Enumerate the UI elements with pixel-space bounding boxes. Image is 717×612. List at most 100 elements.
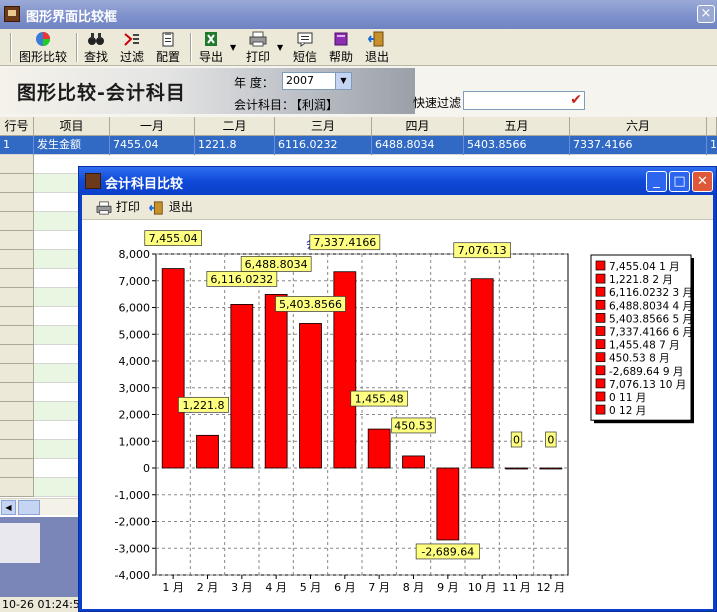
row-gutter[interactable]: [0, 174, 34, 193]
value-cell[interactable]: 6116.0232: [275, 136, 372, 155]
row-gutter[interactable]: [0, 402, 34, 421]
scroll-left-icon[interactable]: ◀: [1, 500, 16, 515]
bar: [470, 278, 494, 469]
y-tick-label: -1,000: [115, 489, 150, 502]
row-gutter[interactable]: [0, 193, 34, 212]
chart-exit-button[interactable]: 退出: [148, 198, 193, 216]
quick-filter-input[interactable]: ✔: [463, 91, 585, 110]
value-cell[interactable]: 7455.04: [110, 136, 195, 155]
print-dropdown-arrow-icon[interactable]: ▼: [277, 43, 283, 52]
chart-exit-label: 退出: [168, 200, 193, 214]
row-gutter[interactable]: [0, 326, 34, 345]
column-header-more[interactable]: [707, 117, 717, 136]
chart-print-button[interactable]: 打印: [96, 198, 140, 216]
value-cell[interactable]: 5403.8566: [464, 136, 570, 155]
table-row[interactable]: 1 发生金额 7455.04 1221.8 6116.0232 6488.803…: [0, 136, 717, 155]
row-gutter[interactable]: [0, 459, 34, 478]
item-cell[interactable]: 发生金额: [34, 136, 110, 155]
x-tick-label: 2 月: [197, 581, 219, 594]
row-gutter[interactable]: [0, 421, 34, 440]
legend-item: 450.53 8 月: [609, 353, 670, 365]
legend-item: 7,076.13 10 月: [609, 379, 686, 391]
help-label: 帮助: [328, 50, 353, 64]
row-gutter[interactable]: [0, 364, 34, 383]
column-header-jan[interactable]: 一月: [110, 117, 195, 136]
y-tick-label: -2,000: [115, 516, 150, 529]
row-gutter[interactable]: [0, 440, 34, 459]
chart-compare-button[interactable]: 图形比较: [18, 31, 68, 64]
row-gutter[interactable]: [0, 231, 34, 250]
value-cell[interactable]: 14: [707, 136, 717, 155]
find-label: 查找: [83, 50, 108, 64]
legend-swatch: [595, 352, 606, 363]
close-icon[interactable]: ✕: [692, 171, 713, 192]
data-label: 1,221.8: [183, 399, 225, 412]
legend-item: -2,689.64 9 月: [609, 366, 683, 378]
chevron-down-icon[interactable]: ▼: [335, 73, 351, 89]
config-button[interactable]: 配置: [154, 31, 182, 64]
row-gutter[interactable]: [0, 288, 34, 307]
chart-window-title: 会计科目比较: [105, 177, 184, 192]
export-button[interactable]: 导出: [197, 31, 225, 64]
sms-button[interactable]: 短信: [291, 31, 319, 64]
column-header-item[interactable]: 项目: [34, 117, 110, 136]
row-gutter[interactable]: [0, 345, 34, 364]
x-tick-label: 8 月: [403, 581, 425, 594]
row-gutter[interactable]: [0, 478, 34, 497]
data-label: 7,076.13: [458, 244, 507, 257]
row-gutter[interactable]: [0, 307, 34, 326]
filter-button[interactable]: 过滤: [118, 31, 146, 64]
column-header-row-no[interactable]: 行号: [0, 117, 34, 136]
legend-item: 0 11 月: [609, 392, 646, 404]
chart-window-toolbar: 打印 退出: [82, 195, 713, 220]
main-window-titlebar[interactable]: 图形界面比较框 ×: [0, 0, 717, 29]
legend-item: 6,488.8034 4 月: [609, 300, 693, 312]
export-dropdown-arrow-icon[interactable]: ▼: [230, 43, 236, 52]
config-label: 配置: [155, 50, 180, 64]
row-gutter[interactable]: [0, 383, 34, 402]
scrollbar-thumb[interactable]: [18, 500, 40, 515]
row-no-cell[interactable]: 1: [0, 136, 34, 155]
toolbar-separator: [76, 33, 78, 62]
year-select[interactable]: 2007 ▼: [282, 72, 352, 90]
print-button[interactable]: 打印: [244, 31, 272, 64]
y-tick-label: 5,000: [119, 328, 151, 341]
find-button[interactable]: 查找: [82, 31, 110, 64]
value-cell[interactable]: 1221.8: [195, 136, 275, 155]
y-tick-label: 0: [143, 462, 150, 475]
column-header-feb[interactable]: 二月: [195, 117, 275, 136]
row-gutter[interactable]: [0, 212, 34, 231]
column-header-may[interactable]: 五月: [464, 117, 570, 136]
column-header-jun[interactable]: 六月: [570, 117, 707, 136]
value-cell[interactable]: 6488.8034: [372, 136, 464, 155]
chart-window-body: 打印 退出 会计科目比较8,0007,0006,0005,0004,0003,0…: [82, 195, 713, 609]
toolbar-separator: [190, 33, 192, 62]
minimize-icon[interactable]: _: [646, 171, 667, 192]
legend-swatch: [595, 313, 606, 323]
x-tick-label: 3 月: [231, 581, 253, 594]
row-gutter[interactable]: [0, 250, 34, 269]
help-button[interactable]: 帮助: [327, 31, 355, 64]
toolbar-separator: [10, 33, 12, 62]
bar: [264, 294, 288, 469]
x-tick-label: 1 月: [162, 581, 184, 594]
exit-button[interactable]: 退出: [363, 31, 391, 64]
bar: [539, 467, 563, 470]
column-header-apr[interactable]: 四月: [372, 117, 464, 136]
chart-window-titlebar[interactable]: 会计科目比较 _ □ ✕: [79, 167, 716, 195]
value-cell[interactable]: 7337.4166: [570, 136, 707, 155]
legend-swatch: [595, 286, 606, 297]
pie-chart-icon: [36, 32, 50, 46]
checkmark-icon[interactable]: ✔: [570, 92, 582, 109]
x-tick-label: 10 月: [468, 581, 497, 594]
column-header-mar[interactable]: 三月: [275, 117, 372, 136]
x-tick-label: 6 月: [334, 581, 356, 594]
filter-icon: [124, 33, 139, 46]
close-button[interactable]: ×: [697, 5, 715, 23]
print-label: 打印: [245, 50, 270, 64]
quick-filter-label: 快速过滤: [413, 96, 462, 110]
row-gutter[interactable]: [0, 155, 34, 174]
row-gutter[interactable]: [0, 269, 34, 288]
main-toolbar: 图形比较 查找 过滤 配置 导出 ▼ 打印 ▼ 短信 帮助 退出: [0, 29, 717, 66]
maximize-icon[interactable]: □: [669, 171, 690, 192]
